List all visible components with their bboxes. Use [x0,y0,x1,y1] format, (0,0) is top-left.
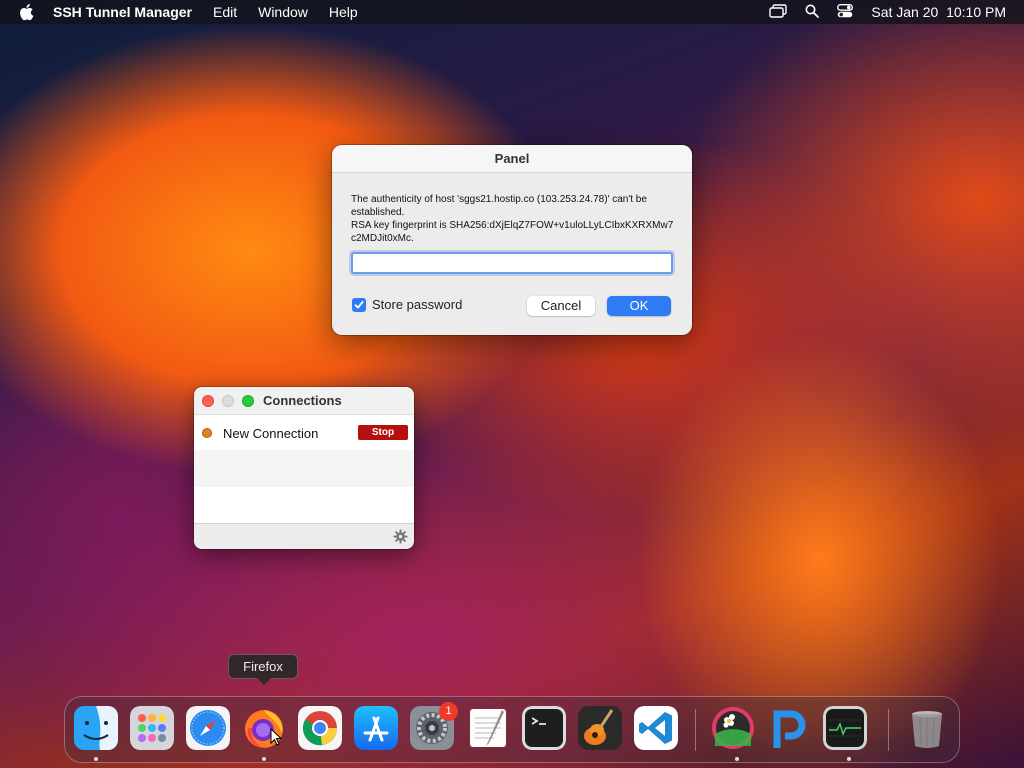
dock-separator [695,709,696,751]
menu-window[interactable]: Window [258,4,308,20]
trash-icon[interactable] [905,706,949,750]
dock [64,696,960,763]
dock-tooltip: Firefox [228,654,298,685]
screen-mirroring-icon[interactable] [769,3,788,21]
terminal-icon[interactable] [522,706,566,750]
store-password-row[interactable]: Store password [352,297,462,312]
dialog-message-fingerprint: RSA key fingerprint is SHA256:dXjElqZ7FO… [351,220,674,244]
dialog-message: The authenticity of host 'sggs21.hostip.… [351,193,676,245]
menu-bar: SSH Tunnel Manager Edit Window Help Sat … [0,0,1024,24]
apple-menu-icon[interactable] [19,3,37,21]
connections-titlebar: Connections [194,387,414,415]
minimize-window-button[interactable] [222,395,234,407]
activity-monitor-running-indicator [847,757,851,761]
textedit-icon[interactable] [466,706,510,750]
launchpad-icon[interactable] [130,706,174,750]
notification-badge: 1 [439,702,458,721]
vscode-icon[interactable] [634,706,678,750]
connections-footer [194,523,414,549]
cancel-button[interactable]: Cancel [527,296,595,316]
activity-monitor-icon[interactable] [823,706,867,750]
dialog-title: Panel [332,145,692,173]
app-name-menu[interactable]: SSH Tunnel Manager [53,4,192,20]
gear-icon[interactable] [393,529,408,549]
connections-title: Connections [263,393,342,408]
connection-name: New Connection [223,425,319,441]
ok-button[interactable]: OK [607,296,671,316]
spotlight-search-icon[interactable] [805,4,820,21]
firefox-running-indicator [262,757,266,761]
garageband-icon[interactable] [578,706,622,750]
p-app-icon[interactable] [767,706,811,750]
finder-running-indicator [94,757,98,761]
menu-clock[interactable]: Sat Jan 20 10:10 PM [871,4,1006,20]
connection-status-dot [202,428,212,438]
authenticity-dialog: Panel The authenticity of host 'sggs21.h… [332,145,692,335]
empty-list-row [194,450,414,487]
connections-window: Connections New Connection Stop [194,387,414,549]
stop-connection-button[interactable]: Stop [358,425,408,440]
dock-separator-trash [888,709,889,751]
app-store-icon[interactable] [354,706,398,750]
menu-help[interactable]: Help [329,4,358,20]
control-center-icon[interactable] [837,3,854,21]
mouse-cursor-icon [270,727,283,751]
zoom-window-button[interactable] [242,395,254,407]
chrome-icon[interactable] [298,706,342,750]
close-window-button[interactable] [202,395,214,407]
menu-edit[interactable]: Edit [213,4,237,20]
safari-icon[interactable] [186,706,230,750]
finder-icon[interactable] [74,706,118,750]
flower-app-icon[interactable] [711,706,755,750]
store-password-checkbox[interactable] [352,297,366,312]
connection-row[interactable]: New Connection Stop [194,416,414,450]
flower-app-running-indicator [735,757,739,761]
store-password-label: Store password [372,297,463,312]
dialog-message-host: The authenticity of host 'sggs21.hostip.… [351,194,647,218]
password-input[interactable] [351,252,673,274]
